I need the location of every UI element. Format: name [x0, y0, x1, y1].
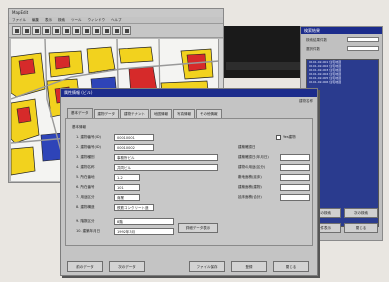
open-icon[interactable] — [22, 26, 31, 35]
map-parcel — [54, 55, 71, 70]
lot-number-field[interactable]: 1-2 — [114, 174, 140, 181]
use-category-field[interactable]: 商業 — [114, 194, 140, 201]
info-icon[interactable] — [122, 26, 131, 35]
building-area-field[interactable] — [280, 184, 310, 191]
floor-area-field[interactable] — [280, 194, 310, 201]
layer-icon[interactable] — [102, 26, 111, 35]
right-group-label: 建築確認日 — [238, 145, 256, 149]
menu-view[interactable]: 表示 — [45, 17, 52, 23]
result-count-label: 検索結果件数 — [306, 38, 327, 42]
field-label: 1. 建物番号(ID) — [76, 135, 101, 139]
built-date-field[interactable]: 1992年3月 — [114, 228, 174, 235]
tab-other-info[interactable]: その他情報 — [196, 109, 222, 118]
close-dialog-button[interactable]: 閉じる — [273, 261, 309, 272]
toolbar — [9, 24, 223, 38]
building-id-field[interactable]: 00010001 — [114, 134, 154, 141]
menu-search[interactable]: 検索 — [58, 17, 65, 23]
pan-icon[interactable] — [72, 26, 81, 35]
field-label: 3. 建物種別 — [76, 155, 95, 159]
search-results-title: 検索結果 — [301, 27, 382, 34]
field-label: 2. 建物番号(ID) — [76, 145, 101, 149]
print-icon[interactable] — [42, 26, 51, 35]
map-parcel — [86, 46, 116, 74]
right-field-label: 建物の用途(区分) — [238, 165, 266, 169]
tab-building-data[interactable]: 建物データ — [93, 109, 119, 118]
field-label: 6. 所在番号 — [76, 185, 95, 189]
next-search-button[interactable]: 次の検索 — [344, 208, 378, 218]
close-panel-button[interactable]: 閉じる — [344, 223, 378, 233]
structure-field[interactable]: 鉄筋コンクリート造 — [114, 204, 154, 211]
search-icon[interactable] — [92, 26, 101, 35]
new-icon[interactable] — [12, 26, 21, 35]
right-field-label: 建築面積(建物) — [238, 185, 262, 189]
select-icon[interactable] — [82, 26, 91, 35]
field-label: 9. 階数区分 — [76, 219, 95, 223]
site-area-field[interactable] — [280, 174, 310, 181]
result-count-field — [347, 37, 379, 42]
confirm-date-field[interactable] — [280, 154, 310, 161]
usage-field[interactable] — [280, 164, 310, 171]
menu-bar: ファイル 編集 表示 検索 ツール ウィンドウ ヘルプ — [9, 17, 223, 24]
right-field-label: 建築確認日(年月日) — [238, 155, 269, 159]
detail-data-button[interactable]: 詳細データ表示 — [178, 223, 218, 233]
field-label: 4. 建物名称 — [76, 165, 95, 169]
menu-window[interactable]: ウィンドウ — [88, 17, 106, 23]
dialog-header-note: 建物名称 — [299, 99, 313, 103]
main-window-title: MapEdit — [9, 9, 223, 17]
previous-data-button[interactable]: 前のデータ — [67, 261, 103, 272]
group-label: 基本情報 — [72, 125, 86, 129]
tab-map-info[interactable]: 地図情報 — [150, 109, 172, 118]
menu-tools[interactable]: ツール — [71, 17, 82, 23]
next-data-button[interactable]: 次のデータ — [109, 261, 145, 272]
measure-icon[interactable] — [112, 26, 121, 35]
field-label: 7. 用途区分 — [76, 195, 95, 199]
zoom-out-icon[interactable] — [62, 26, 71, 35]
tab-basic-data[interactable]: 基本データ — [67, 108, 93, 118]
tab-panel-basic: 基本情報 1. 建物番号(ID) 00010001 2. 建物番号(ID) 00… — [65, 118, 313, 246]
building-type-field[interactable]: 事務所ビル — [114, 154, 218, 161]
menu-help[interactable]: ヘルプ — [111, 17, 122, 23]
desktop-background — [224, 26, 300, 78]
selected-count-label: 選択件数 — [306, 47, 320, 51]
field-label: 5. 所在番地 — [76, 175, 95, 179]
floors-field[interactable]: 8階 — [114, 218, 174, 225]
tab-tenant[interactable]: 建物テナント — [120, 109, 149, 118]
attribute-dialog: 属性情報 (ビル) 建物名称 基本データ 建物データ 建物テナント 地図情報 写… — [60, 88, 318, 276]
field-label: 10. 建築年月日 — [76, 229, 101, 233]
building-id2-field[interactable]: 00010002 — [114, 144, 154, 151]
yes-building-label: Yes建物 — [283, 135, 296, 139]
map-parcel — [16, 106, 32, 124]
dialog-title: 属性情報 (ビル) — [61, 89, 317, 97]
selected-count-field — [347, 46, 379, 51]
save-icon[interactable] — [32, 26, 41, 35]
field-label: 8. 建物構造 — [76, 205, 95, 209]
yes-building-checkbox[interactable] — [276, 135, 281, 140]
map-parcel — [11, 146, 36, 176]
save-file-button[interactable]: ファイル保存 — [189, 261, 225, 272]
map-parcel — [118, 46, 154, 64]
right-field-label: 敷地面積(延床) — [238, 175, 262, 179]
map-parcel — [18, 58, 36, 76]
building-name-field[interactable]: 共同ビル — [114, 164, 218, 171]
address-number-field[interactable]: 101 — [114, 184, 140, 191]
dialog-tabs: 基本データ 建物データ 建物テナント 地図情報 写真情報 その他情報 — [67, 108, 223, 118]
desktop-background-strip — [226, 62, 300, 70]
menu-edit[interactable]: 編集 — [32, 17, 39, 23]
tab-photo-info[interactable]: 写真情報 — [173, 109, 195, 118]
menu-file[interactable]: ファイル — [12, 17, 26, 23]
zoom-in-icon[interactable] — [52, 26, 61, 35]
list-item[interactable]: 0101-02-006 住宅地図 — [307, 80, 378, 84]
right-field-label: 延床面積(合計) — [238, 195, 262, 199]
register-button[interactable]: 登録 — [231, 261, 267, 272]
